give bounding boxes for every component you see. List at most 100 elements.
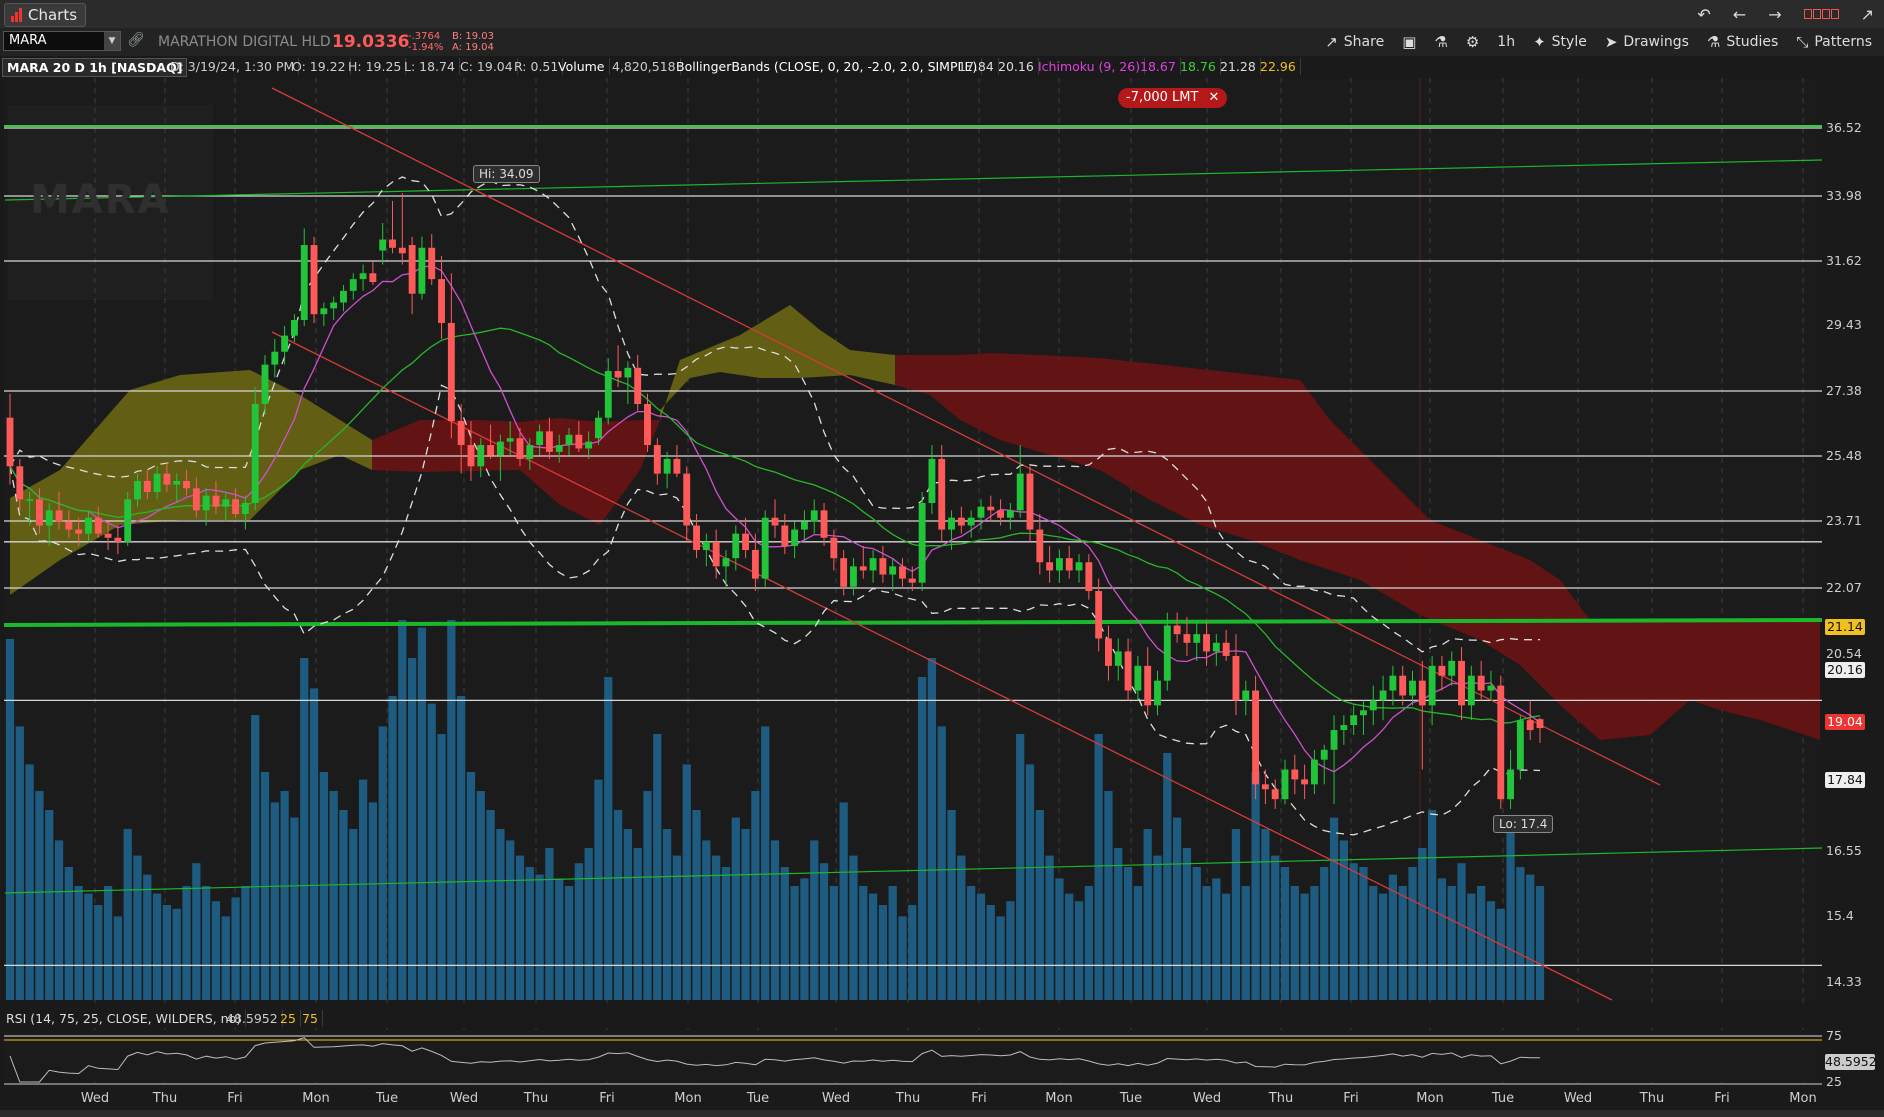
volume-bar (64, 867, 73, 1000)
volume-bar (1280, 867, 1290, 1000)
volume-bar (986, 905, 995, 1000)
candle-body (222, 499, 230, 507)
volume-bar (770, 840, 780, 1000)
volume-bar (84, 893, 93, 1000)
candle-body (791, 529, 799, 546)
volume-bar (839, 802, 848, 1000)
candle-body (1114, 651, 1122, 666)
volume-bar (1035, 810, 1044, 1000)
volume-bar (35, 791, 44, 1000)
candle-body (271, 351, 279, 365)
volume-bar (908, 905, 917, 1000)
volume-bar (525, 867, 534, 1000)
volume-bar (152, 893, 162, 1000)
close-icon[interactable]: ✕ (1208, 88, 1219, 108)
candle-body (604, 371, 612, 418)
volume-bar (1202, 886, 1211, 1000)
candle-body (398, 247, 406, 254)
volume-bar (1378, 893, 1388, 1000)
volume-bar (1045, 855, 1054, 1000)
candle-body (428, 247, 436, 280)
volume-bar (780, 867, 789, 1000)
price-chart[interactable]: 36.52 33.98 31.62 29.43 27.38 25.48 23.71 22.07… (0, 0, 1884, 1088)
candle-body (565, 434, 573, 446)
candle-body (840, 558, 848, 587)
volume-bar (819, 863, 829, 1000)
candle-body (496, 441, 504, 456)
volume-bar (1359, 867, 1368, 1000)
candle-body (702, 541, 710, 551)
volume-bar (604, 677, 613, 1000)
candle-body (526, 445, 534, 459)
volume-bar (555, 878, 564, 1000)
volume-bar (790, 886, 799, 1000)
volume-bar (1388, 874, 1398, 1000)
candle-body (1163, 625, 1171, 681)
volume-bar (172, 908, 181, 1000)
time-label: Wed (821, 1091, 851, 1106)
volume-bar (1182, 848, 1192, 1000)
volume-bar (859, 886, 868, 1000)
candle-body (457, 421, 465, 446)
volume-bar (996, 916, 1005, 1000)
candle-body (418, 247, 426, 294)
volume-bar (388, 696, 397, 1000)
volume-bar (1290, 886, 1299, 1000)
candle-body (928, 458, 936, 504)
candle-body (300, 245, 308, 321)
volume-bar (211, 901, 221, 1000)
volume-bar (309, 688, 319, 1000)
volume-bar (927, 658, 937, 1000)
candle-body (1389, 675, 1397, 691)
candle-body (1281, 769, 1289, 800)
volume-bar (496, 829, 505, 1000)
candle-body (712, 541, 720, 567)
candle-body (1232, 655, 1240, 701)
candle-body (1222, 642, 1230, 656)
volume-bar (54, 840, 64, 1000)
candle-body (1526, 720, 1534, 731)
time-label: Thu (895, 1091, 921, 1106)
volume-bar (15, 726, 24, 1000)
candle-body (408, 245, 416, 294)
volume-bar (761, 726, 770, 1000)
time-label: Mon (1045, 1091, 1073, 1106)
candle-body (1330, 730, 1338, 750)
candle-body (1193, 634, 1201, 643)
candle-body (1350, 715, 1358, 726)
volume-bar (407, 658, 417, 1000)
candle-body (1291, 769, 1299, 780)
candle-body (1105, 638, 1112, 666)
volume-bar (721, 867, 731, 1000)
candle-body (1046, 562, 1054, 571)
volume-bar (1084, 886, 1093, 1000)
candle-body (800, 521, 808, 530)
candle-body (889, 566, 897, 575)
order-tag[interactable]: -7,000 LMT ✕ (1118, 88, 1228, 108)
volume-bar (751, 791, 760, 1000)
candle-body (281, 335, 289, 352)
time-axis[interactable]: Wed Thu Fri Mon Tue Wed Thu Fri Mon Tue Wed Thu Fri M… (0, 1088, 1884, 1110)
candle-body (938, 458, 946, 530)
candle-body (575, 434, 583, 449)
candle-body (75, 529, 83, 534)
volume-bar (45, 810, 54, 1000)
bottom-scrollbar[interactable] (0, 1110, 1884, 1117)
volume-bar (1055, 878, 1064, 1000)
candle-body (614, 371, 622, 378)
candle-body (192, 488, 200, 511)
price-tick-label: 14.33 (1826, 974, 1862, 989)
candle-body (447, 322, 455, 422)
rsi-background (4, 1030, 1822, 1082)
time-label: Fri (599, 1091, 615, 1106)
candle-body (45, 510, 53, 526)
volume-bar (682, 764, 691, 1000)
rsi-label[interactable]: RSI (14, 75, 25, CLOSE, WILDERS, no) (2, 1010, 247, 1027)
time-label: Mon (1416, 1091, 1444, 1106)
volume-bar (1310, 886, 1319, 1000)
price-tag-bb-upper: 20.16 (1825, 662, 1865, 678)
time-label: Thu (1268, 1091, 1294, 1106)
volume-bar (290, 817, 299, 1000)
candle-body (320, 308, 328, 315)
candle-body (1516, 720, 1524, 770)
